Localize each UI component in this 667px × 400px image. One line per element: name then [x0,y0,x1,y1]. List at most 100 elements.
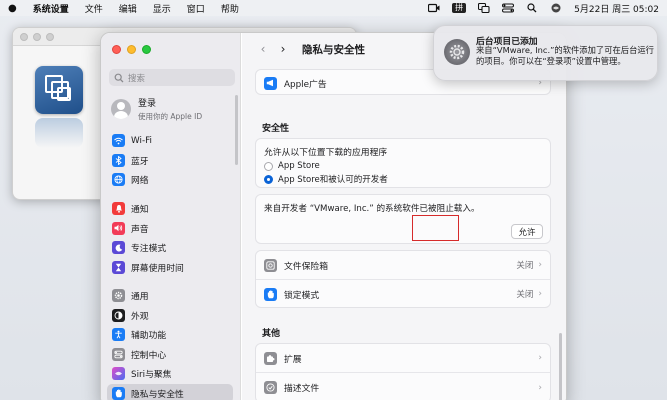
hourglass-icon [112,260,125,274]
vmware-minimize-button[interactable] [33,32,41,41]
siri-icon[interactable] [550,3,562,13]
control-center-icon[interactable] [502,3,515,13]
screen-record-icon[interactable] [428,3,440,13]
appearance-icon [112,308,125,322]
window-controls [112,45,151,54]
filevault-status: 关闭 [516,261,534,271]
sidebar-item-label: 网络 [131,176,149,187]
radio-label: App Store [278,161,320,171]
wifi-icon [112,134,125,148]
allow-button[interactable]: 允许 [511,224,543,239]
sidebar-item-wifi[interactable]: Wi-Fi [107,131,233,151]
other-section-title: 其他 [262,329,281,339]
vmware-zoom-button[interactable] [46,32,54,41]
notification-body: 来自“VMware, Inc.”的软件添加了可在后台运行的项目。你可以在“登录项… [476,45,654,66]
search-icon [114,73,124,82]
profiles-row[interactable]: 描述文件 › [256,373,550,400]
signin-subtitle: 使用你的 Apple ID [138,112,203,121]
sidebar-group-network: Wi-Fi 蓝牙 网络 [107,131,233,190]
apple-menu-icon[interactable]: ● [8,3,17,14]
hand-icon [112,386,125,400]
sidebar-item-network[interactable]: 网络 [107,170,233,190]
chevron-right-icon: › [538,382,542,393]
network-icon [112,173,125,187]
content-pane: ‹ › 隐私与安全性 Apple广告 › 安全性 允许从以下位置下载的应用程序 … [242,33,566,400]
sidebar-item-bluetooth[interactable]: 蓝牙 [107,151,233,171]
input-method-indicator[interactable]: 拼 [452,3,467,13]
radio-app-store-identified[interactable]: App Store和被认可的开发者 [264,173,542,185]
lockdown-status: 关闭 [516,290,534,300]
menu-bar: ● 系统设置 文件 编辑 显示 窗口 帮助 拼 5月22日 周三 05:02 [0,0,667,16]
sidebar-item-appearance[interactable]: 外观 [107,306,233,326]
filevault-row[interactable]: 文件保险箱 关闭 › [256,251,550,280]
system-settings-window[interactable]: 搜索 登录 使用你的 Apple ID Wi-Fi 蓝牙 网络 通知 声音 专注… [100,32,567,400]
zoom-button[interactable] [142,45,151,54]
radio-button[interactable] [264,161,273,171]
back-chevron-icon[interactable]: ‹ [256,42,270,56]
vmware-logo-icon [35,66,83,114]
gear-icon [444,39,470,65]
radio-app-store[interactable]: App Store [264,161,542,171]
vault-icon [264,258,277,272]
close-button[interactable] [112,45,121,54]
sidebar-item-sound[interactable]: 声音 [107,219,233,239]
forward-chevron-icon[interactable]: › [276,42,290,56]
avatar [111,99,131,119]
search-placeholder: 搜索 [128,73,146,84]
vmware-close-button[interactable] [20,32,28,41]
filevault-lockdown-card: 文件保险箱 关闭 › 锁定模式 关闭 › [255,250,551,308]
apple-id-signin[interactable]: 登录 使用你的 Apple ID [111,96,202,122]
sidebar-item-focus[interactable]: 专注模式 [107,238,233,258]
sidebar-item-label: Wi-Fi [131,135,152,146]
sidebar-item-label: 屏幕使用时间 [131,263,184,274]
menu-help[interactable]: 帮助 [221,2,239,15]
radio-button-selected[interactable] [264,174,273,184]
sidebar-item-control-center[interactable]: 控制中心 [107,345,233,365]
menu-clock[interactable]: 5月22日 周三 05:02 [574,2,659,15]
gear-icon [112,289,125,303]
sidebar-item-siri-spotlight[interactable]: Siri与聚焦 [107,364,233,384]
sidebar-item-screen-time[interactable]: 屏幕使用时间 [107,258,233,278]
allow-apps-card: 允许从以下位置下载的应用程序 App Store App Store和被认可的开… [255,138,551,188]
radio-label: App Store和被认可的开发者 [278,175,388,185]
sidebar-item-notifications[interactable]: 通知 [107,199,233,219]
sidebar-item-label: 控制中心 [131,350,167,361]
menu-file[interactable]: 文件 [85,2,103,15]
sidebar-item-label: 声音 [131,224,149,235]
sidebar-item-label: Siri与聚焦 [131,370,172,381]
blocked-software-card: 来自开发者 “VMware, Inc.” 的系统软件已被阻止载入。 允许 [255,194,551,244]
puzzle-icon [264,351,277,365]
sidebar-item-label: 通知 [131,205,149,216]
screen-mirroring-icon[interactable] [478,3,490,13]
sidebar: 搜索 登录 使用你的 Apple ID Wi-Fi 蓝牙 网络 通知 声音 专注… [101,33,241,400]
sidebar-item-privacy-security[interactable]: 隐私与安全性 [107,383,233,400]
megaphone-icon [264,76,277,90]
security-section-title: 安全性 [262,124,290,134]
sidebar-item-label: 蓝牙 [131,156,149,167]
search-input[interactable]: 搜索 [109,69,235,86]
extensions-row[interactable]: 扩展 › [256,344,550,373]
menu-app-name[interactable]: 系统设置 [33,2,69,15]
moon-icon [112,241,125,255]
filevault-label: 文件保险箱 [284,261,328,272]
menu-edit[interactable]: 编辑 [119,2,137,15]
lockdown-row[interactable]: 锁定模式 关闭 › [256,280,550,308]
speaker-icon [112,221,125,235]
sidebar-item-label: 通用 [131,292,149,303]
menu-view[interactable]: 显示 [153,2,171,15]
content-scrollbar[interactable] [559,333,562,400]
bell-icon [112,202,125,216]
sidebar-scrollbar[interactable] [235,95,238,165]
sidebar-item-general[interactable]: 通用 [107,286,233,306]
sidebar-item-label: 辅助功能 [131,331,167,342]
sidebar-item-accessibility[interactable]: 辅助功能 [107,325,233,345]
allow-button-highlight [412,215,459,241]
chevron-right-icon: › [538,353,542,363]
notification-banner[interactable]: 后台项目已添加 来自“VMware, Inc.”的软件添加了可在后台运行的项目。… [433,25,658,81]
spotlight-search-icon[interactable] [526,3,538,13]
menu-window[interactable]: 窗口 [187,2,205,15]
siri-icon [112,367,125,381]
signin-title: 登录 [138,99,157,109]
minimize-button[interactable] [127,45,136,54]
blocked-software-text: 来自开发者 “VMware, Inc.” 的系统软件已被阻止载入。 [264,204,480,214]
